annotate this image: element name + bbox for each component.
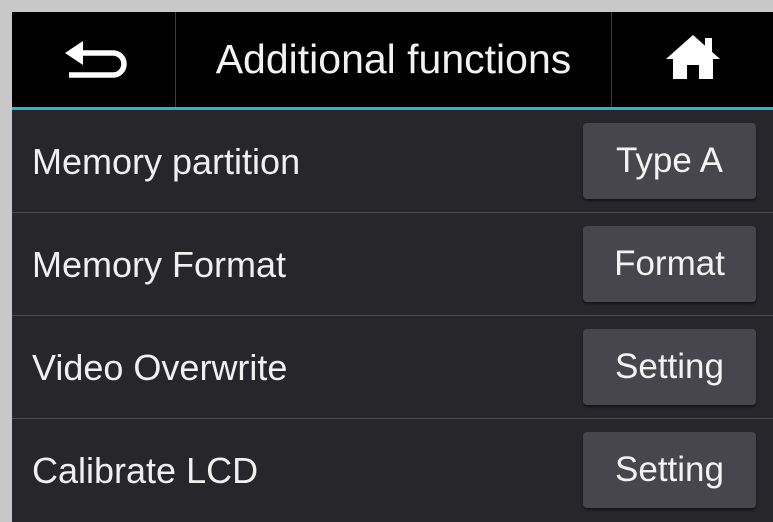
page-title: Additional functions bbox=[215, 36, 572, 82]
function-list: Memory partition Type A Memory Format Fo… bbox=[12, 110, 773, 522]
list-item-calibrate-lcd: Calibrate LCD Setting bbox=[12, 419, 773, 522]
row-label: Memory Format bbox=[32, 244, 287, 285]
calibrate-lcd-setting-button[interactable]: Setting bbox=[583, 432, 756, 508]
memory-partition-button[interactable]: Type A bbox=[583, 123, 756, 199]
header-bar: Additional functions bbox=[12, 12, 773, 110]
row-label: Calibrate LCD bbox=[32, 450, 259, 491]
return-arrow-icon bbox=[59, 35, 129, 84]
row-label: Video Overwrite bbox=[32, 347, 288, 388]
back-button[interactable] bbox=[12, 12, 176, 107]
video-overwrite-setting-button[interactable]: Setting bbox=[583, 329, 756, 405]
additional-functions-screen: Additional functions Memory partition Ty… bbox=[12, 12, 773, 522]
row-label: Memory partition bbox=[32, 141, 301, 182]
home-icon bbox=[663, 32, 723, 87]
memory-format-button[interactable]: Format bbox=[583, 226, 756, 302]
list-item-video-overwrite: Video Overwrite Setting bbox=[12, 316, 773, 419]
home-button[interactable] bbox=[611, 12, 773, 107]
list-item-memory-partition: Memory partition Type A bbox=[12, 110, 773, 213]
list-item-memory-format: Memory Format Format bbox=[12, 213, 773, 316]
